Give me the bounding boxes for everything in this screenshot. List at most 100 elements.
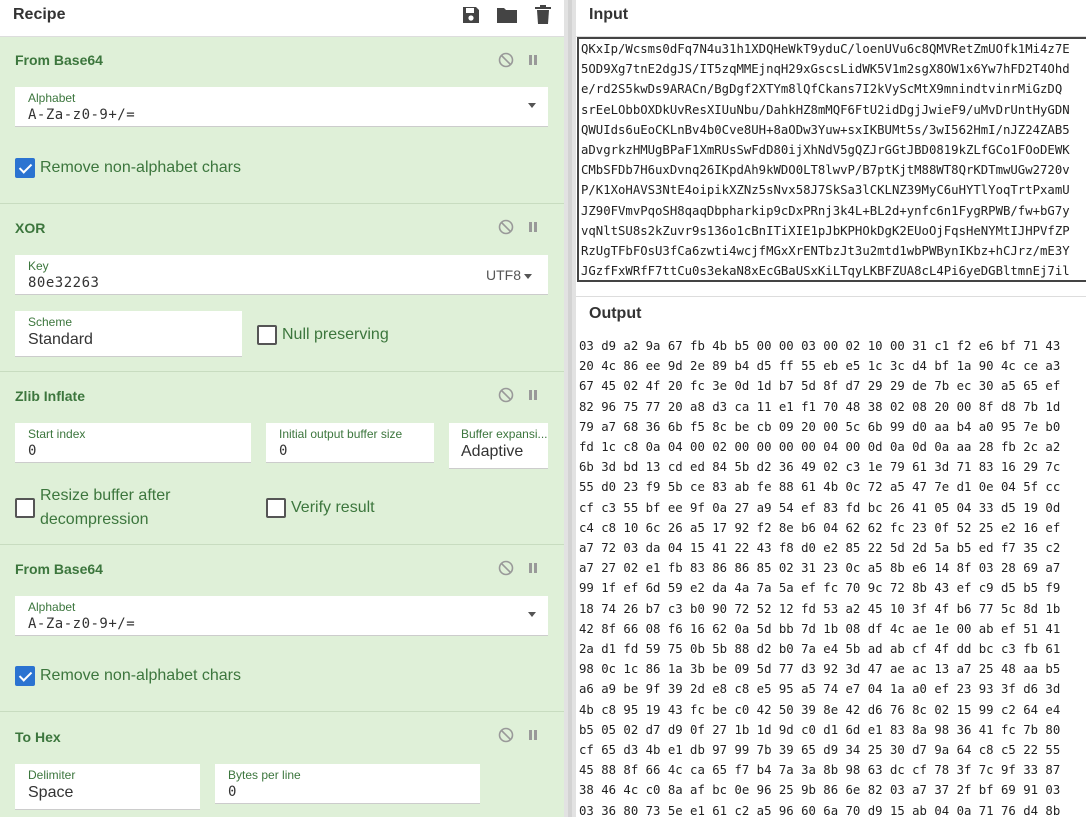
input-line: P/K1XoHAVS3NtE4oipikXZNz5sNvx58J7SkSa3lC… [581,183,1070,198]
input-line: RzUgTFbFOsU3fCa6zwti4wcjfMGxXrENTbzJt3u2… [581,244,1070,259]
alphabet-select[interactable]: Alphabet A-Za-z0-9+/= [15,87,548,127]
alphabet-label: Alphabet [28,91,76,105]
buffer-size-input[interactable]: Initial output buffer size 0 [266,423,434,463]
recipe-title: Recipe [13,6,66,23]
output-line: c4 c8 10 6c 26 a5 17 92 f2 8e b6 04 62 6… [579,520,1061,535]
recipe-panel: Recipe From Base64 Alphabet A-Za-z0-9+/= [0,0,564,817]
alphabet-value: A-Za-z0-9+/= [28,107,136,123]
operation-from-base64[interactable]: From Base64 Alphabet A-Za-z0-9+/= Remove… [0,545,564,712]
folder-icon[interactable] [495,3,519,27]
save-icon[interactable] [459,3,483,27]
pause-icon[interactable] [524,726,542,744]
key-label: Key [28,259,49,273]
output-title: Output [589,305,642,322]
key-value: 80e32263 [28,275,100,291]
pause-icon[interactable] [524,386,542,404]
disable-icon[interactable] [497,51,515,69]
operation-title: To Hex [15,729,61,745]
output-line: 99 1f ef 6d 59 e2 da 4a 7a 5a ef fc 70 9… [579,581,1061,596]
input-textarea[interactable]: QKxIp/Wcsms0dFq7N4u31h1XDQHeWkT9yduC/loe… [577,37,1086,282]
resize-buffer-label-line-2: decompression [40,511,149,528]
pause-icon[interactable] [524,51,542,69]
operation-title: From Base64 [15,561,103,577]
output-line: fd 1c c8 0a 04 00 02 00 00 00 00 04 00 0… [579,440,1061,455]
alphabet-value: A-Za-z0-9+/= [28,616,136,632]
null-preserving-label: Null preserving [282,326,389,343]
output-line: 67 45 02 4f 20 fc 3e 0d 1d b7 5d 8f d7 2… [579,379,1061,394]
alphabet-select[interactable]: Alphabet A-Za-z0-9+/= [15,596,548,636]
operation-title: From Base64 [15,52,103,68]
operation-from-base64[interactable]: From Base64 Alphabet A-Za-z0-9+/= Remove… [0,37,564,204]
start-index-input[interactable]: Start index 0 [15,423,251,463]
verify-result-checkbox[interactable] [266,498,286,518]
output-line: 42 8f 66 08 f6 16 62 0a 5d bb 7d 1b 08 d… [579,621,1061,636]
input-line: QWUIds6uEoCKLnBv4b0Cve8UH+8aODw3Yuw+sxIK… [581,122,1070,137]
resize-buffer-label-line-1: Resize buffer after [40,487,171,504]
operation-to-hex[interactable]: To Hex Delimiter Space Bytes per line 0 [0,712,564,817]
output-line: 45 88 8f 66 4c ca 65 f7 b4 7a 3a 8b 98 6… [579,763,1061,778]
output-line: 20 4c 86 ee 9d 2e 89 b4 d5 ff 55 eb e5 1… [579,359,1061,374]
null-preserving-checkbox[interactable] [257,325,277,345]
input-line: CMbSFDb7H6uxDvnq26IKpdAh9kWDO0LT8lwvP/B7… [581,163,1070,178]
output-line: 2a d1 fd 59 75 0b 5b 88 d2 b0 7a e4 5b a… [579,642,1061,657]
recipe-toolbar [459,3,555,27]
input-line: srEeLObbOXDkUvResXIUuNbu/DahkHZ8mMQF6FtU… [581,102,1070,117]
start-index-label: Start index [28,427,86,441]
disable-icon[interactable] [497,386,515,404]
buffer-expansion-select[interactable]: Buffer expansi... Adaptive [449,423,548,469]
chevron-down-icon [528,612,536,617]
delimiter-value: Space [28,784,74,801]
io-panel: Input QKxIp/Wcsms0dFq7N4u31h1XDQHeWkT9yd… [576,0,1086,817]
buffer-expansion-label: Buffer expansi... [461,427,548,441]
delimiter-select[interactable]: Delimiter Space [15,764,200,810]
buffer-size-value: 0 [279,443,288,459]
disable-icon[interactable] [497,559,515,577]
output-line: 03 36 80 73 5e e1 61 c2 a5 96 60 6a 70 d… [579,803,1061,817]
output-line: 6b 3d bd 13 cd ed 84 5b d2 36 49 02 c3 1… [579,460,1061,475]
output-line: 79 a7 68 36 6b f5 8c be cb 09 20 00 5c 6… [579,419,1061,434]
buffer-size-label: Initial output buffer size [279,427,403,441]
divider-handle[interactable] [568,0,572,817]
output-line: 55 d0 23 f9 5b ce 83 ab fe 88 61 4b 0c 7… [579,480,1061,495]
disable-icon[interactable] [497,218,515,236]
output-line: a7 27 02 e1 fb 83 86 86 85 02 31 23 0c a… [579,561,1061,576]
bytes-per-line-input[interactable]: Bytes per line 0 [215,764,480,804]
scheme-label: Scheme [28,315,73,329]
output-line: 98 0c 1c 86 1a 3b be 09 5d 77 d3 92 3d 4… [579,662,1061,677]
disable-icon[interactable] [497,726,515,744]
delimiter-label: Delimiter [28,768,76,782]
output-line: 18 74 26 b7 c3 b0 90 72 52 12 fd 53 a2 4… [579,601,1061,616]
recipe-operations: From Base64 Alphabet A-Za-z0-9+/= Remove… [0,37,564,817]
input-title: Input [589,6,629,23]
output-line: b5 05 02 d7 d9 0f 27 1b 1d 9d c0 d1 6d e… [579,722,1061,737]
input-line: JZ90FVmvPqoSH8qaqDbpharkip9cDxPRnj3k4L+B… [581,203,1070,218]
output-line: cf c3 55 bf ee 9f 0a 27 a9 54 ef 83 fd b… [579,500,1061,515]
key-input[interactable]: Key 80e32263 UTF8 [15,255,548,295]
input-line: aDvgrkzHMUgBPaF1XmRUsSwFdD80ijXhNdV5gQZJ… [581,143,1070,158]
panel-divider[interactable] [564,0,576,817]
trash-icon[interactable] [531,3,555,27]
scheme-select[interactable]: Scheme Standard [15,311,242,357]
output-line: a6 a9 be 9f 39 2d e8 c8 e5 95 a5 74 e7 0… [579,682,1061,697]
output-area[interactable]: 03 d9 a2 9a 67 fb 4b b5 00 00 03 00 02 1… [576,336,1086,817]
remove-non-alphabet-checkbox[interactable] [15,158,35,178]
chevron-down-icon [528,103,536,108]
operation-title: Zlib Inflate [15,388,85,404]
alphabet-label: Alphabet [28,600,76,614]
input-line: vqNltSU8s2kZuvr9s136o1cBnITiXIE1pJbKPHOk… [581,223,1070,238]
buffer-expansion-value: Adaptive [461,443,524,460]
remove-non-alphabet-label: Remove non-alphabet chars [40,667,242,684]
input-header: Input [576,0,1086,37]
operation-xor[interactable]: XOR Key 80e32263 UTF8 Scheme Standard Nu… [0,204,564,372]
input-line: e/rd2S5kwDs9ARACn/BgDgf2XTYm8lQfCkans7I2… [581,82,1063,97]
output-line: 4b c8 95 19 43 fc be c0 42 50 39 8e 42 d… [579,702,1061,717]
pause-icon[interactable] [524,559,542,577]
encoding-dropdown[interactable]: UTF8 [486,267,532,283]
pause-icon[interactable] [524,218,542,236]
recipe-header: Recipe [0,0,564,37]
remove-non-alphabet-checkbox[interactable] [15,666,35,686]
start-index-value: 0 [28,443,37,459]
resize-buffer-checkbox[interactable] [15,498,35,518]
operation-zlib-inflate[interactable]: Zlib Inflate Start index 0 Initial outpu… [0,372,564,545]
output-line: 03 d9 a2 9a 67 fb 4b b5 00 00 03 00 02 1… [579,339,1061,353]
